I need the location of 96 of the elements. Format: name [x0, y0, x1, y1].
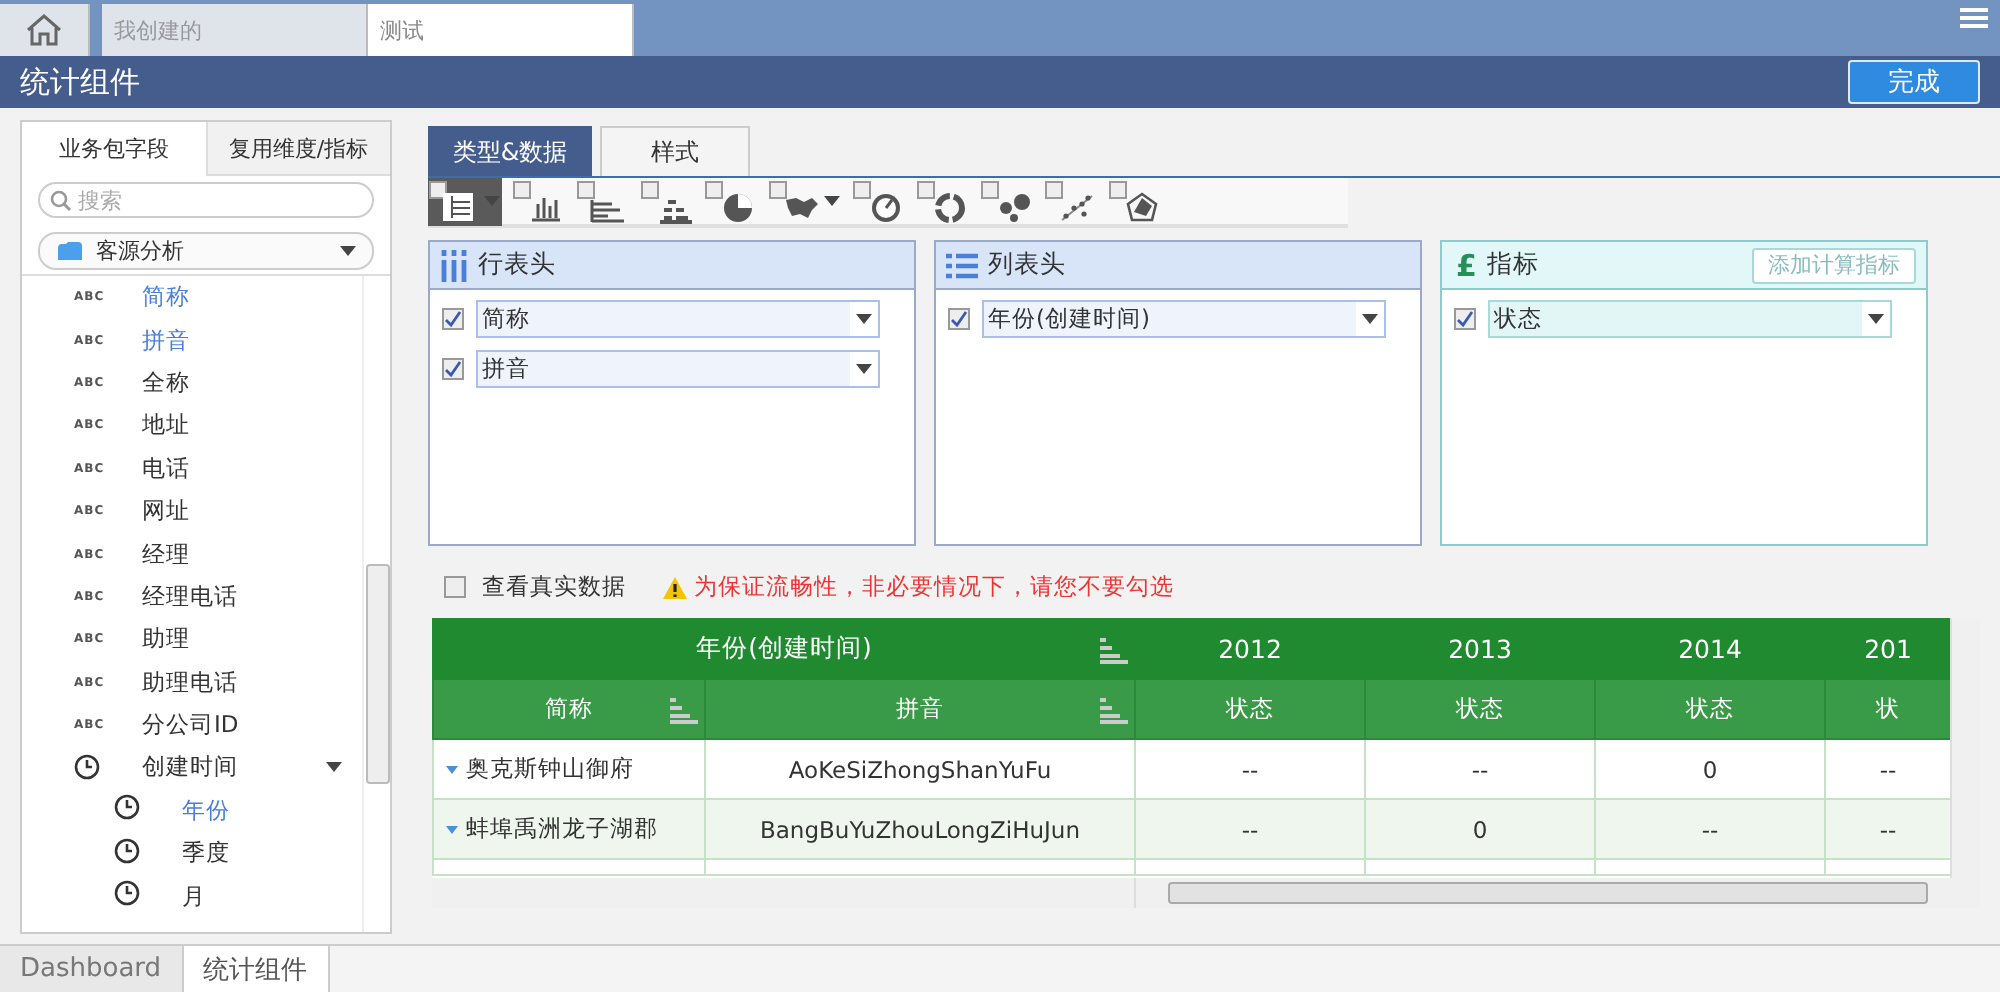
warning-text: 为保证流畅性，非必要情况下，请您不要勾选	[694, 572, 1174, 602]
field-item[interactable]: 经理	[142, 539, 190, 570]
caret-icon	[326, 762, 342, 773]
table-cell: 0	[1472, 815, 1488, 843]
field-item[interactable]: 月	[182, 881, 206, 912]
field-item[interactable]: 地址	[142, 410, 190, 441]
chart-type-button[interactable]	[428, 177, 502, 225]
field-item[interactable]: 助理	[142, 624, 190, 655]
pound-icon: £	[1456, 247, 1477, 283]
caret-icon	[340, 246, 356, 256]
field-dropdown[interactable]: 状态	[1488, 300, 1892, 338]
sort-icon[interactable]	[1100, 638, 1129, 664]
field-item[interactable]: 拼音	[142, 325, 190, 356]
list-icon	[946, 251, 978, 279]
bottom-tab[interactable]: 统计组件	[183, 946, 330, 992]
caret-icon	[484, 196, 500, 206]
chart-type-button[interactable]	[852, 177, 906, 225]
search-icon	[50, 190, 72, 212]
field-item[interactable]: 分公司ID	[142, 710, 239, 741]
editor-tab[interactable]: 样式	[600, 126, 750, 176]
caret-icon	[1362, 314, 1378, 324]
table-cell: --	[1471, 755, 1489, 783]
table-cell: --	[1241, 755, 1259, 783]
menu-icon[interactable]	[1960, 8, 1988, 28]
field-item[interactable]: 创建时间	[142, 752, 238, 783]
chart-type-button[interactable]	[980, 177, 1034, 225]
table-cell: BangBuYuZhouLongZiHuJun	[760, 815, 1080, 843]
home-icon	[24, 12, 64, 48]
field-item[interactable]: 年份	[182, 795, 230, 826]
table-cell: 0	[1702, 755, 1718, 783]
package-dropdown[interactable]: 客源分析	[38, 232, 374, 270]
clock-icon	[74, 754, 100, 781]
column-header: 2012	[1218, 634, 1282, 664]
warning-icon	[662, 575, 688, 599]
field-item[interactable]: 经理电话	[142, 581, 238, 612]
column-header: 年份(创建时间)	[696, 632, 872, 666]
table-cell: --	[1701, 815, 1719, 843]
chart-type-button[interactable]	[576, 177, 630, 225]
checkbox-label: 查看真实数据	[482, 572, 626, 602]
clock-icon	[114, 880, 140, 907]
expand-icon[interactable]	[446, 825, 458, 834]
field-dropdown[interactable]: 拼音	[476, 350, 880, 388]
caret-icon	[856, 364, 872, 374]
done-button[interactable]: 完成	[1848, 60, 1980, 104]
chart-type-button[interactable]	[1108, 177, 1162, 225]
caret-icon	[824, 196, 840, 206]
caret-icon	[1868, 314, 1884, 324]
expand-icon[interactable]	[446, 765, 458, 774]
home-tab[interactable]	[0, 4, 90, 56]
field-item[interactable]: 助理电话	[142, 667, 238, 698]
clock-icon	[114, 794, 140, 821]
checkbox[interactable]	[444, 576, 466, 598]
column-header: 状	[1876, 694, 1901, 724]
checkbox[interactable]	[442, 358, 464, 380]
field-dropdown[interactable]: 年份(创建时间)	[982, 300, 1386, 338]
table-cell: --	[1879, 755, 1897, 783]
column-header: 状态	[1456, 694, 1505, 724]
checkbox[interactable]	[948, 308, 970, 330]
chart-type-button[interactable]	[1044, 177, 1098, 225]
panel-title: 指标	[1486, 248, 1539, 282]
checkbox[interactable]	[1454, 308, 1476, 330]
table-cell: --	[1879, 815, 1897, 843]
field-item[interactable]: 简称	[142, 282, 190, 313]
page-title: 统计组件	[20, 63, 140, 101]
column-header: 简称	[545, 694, 593, 724]
chart-type-button[interactable]	[640, 177, 694, 225]
field-dropdown[interactable]: 简称	[476, 300, 880, 338]
column-header: 201	[1864, 634, 1912, 664]
table-cell: --	[1241, 815, 1259, 843]
field-item[interactable]: 网址	[142, 496, 190, 527]
clock-icon	[114, 837, 140, 864]
panel-tab[interactable]: 复用维度/指标	[205, 122, 390, 176]
column-header: 状态	[1686, 694, 1735, 724]
scrollbar[interactable]	[362, 276, 390, 932]
table-cell: AoKeSiZhongShanYuFu	[788, 755, 1052, 783]
page-tab[interactable]: 测试	[368, 4, 634, 56]
column-header: 2014	[1678, 634, 1742, 664]
chart-type-button[interactable]	[512, 177, 566, 225]
rows-icon	[440, 249, 468, 281]
chart-type-button[interactable]	[704, 177, 758, 225]
editor-tab[interactable]: 类型&数据	[428, 126, 592, 176]
field-item[interactable]: 电话	[142, 453, 190, 484]
chart-type-button[interactable]	[916, 177, 970, 225]
table-cell: 奥克斯钟山御府	[466, 754, 634, 782]
panel-title: 列表头	[988, 248, 1066, 282]
table-cell: 蚌埠禹洲龙子湖郡	[466, 814, 658, 842]
column-header: 状态	[1226, 694, 1275, 724]
search-field[interactable]: 搜索	[38, 182, 374, 218]
field-item[interactable]: 全称	[142, 367, 190, 398]
caret-icon	[856, 314, 872, 324]
panel-title: 行表头	[478, 248, 556, 282]
bottom-tab[interactable]: Dashboard	[0, 946, 184, 992]
column-header: 拼音	[896, 694, 944, 724]
checkbox[interactable]	[442, 308, 464, 330]
field-item[interactable]: 季度	[182, 838, 230, 869]
column-header: 2013	[1448, 634, 1512, 664]
